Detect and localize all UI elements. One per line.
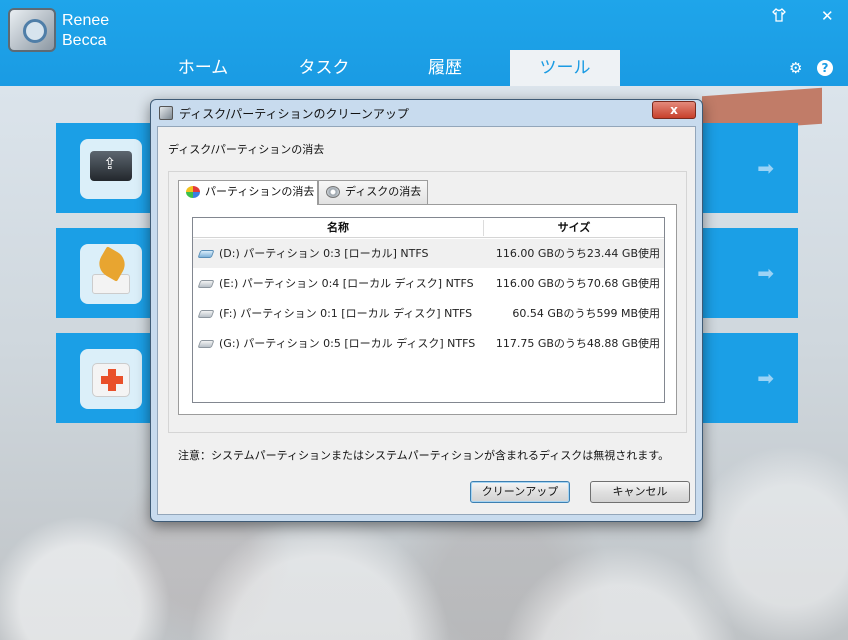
- tab-panel: 名称 サイズ (D:) パーティション 0:3 [ローカル] NTFS 116.…: [178, 204, 677, 415]
- help-icon[interactable]: ?: [817, 60, 833, 76]
- column-header-name[interactable]: 名称: [193, 218, 483, 238]
- gear-icon[interactable]: ⚙: [789, 60, 802, 76]
- warning-note: 注意：システムパーティションまたはシステムパーティションが含まれるディスクは無視…: [178, 449, 670, 462]
- dialog-title: ディスク/パーティションのクリーンアップ: [179, 107, 409, 121]
- tab-partition-erase[interactable]: パーティションの消去: [178, 180, 318, 205]
- disk-icon: [326, 186, 340, 198]
- partition-size: 117.75 GBのうち48.88 GB使用: [495, 337, 660, 350]
- partition-size: 116.00 GBのうち70.68 GB使用: [495, 277, 660, 290]
- partition-size: 116.00 GBのうち23.44 GB使用: [495, 247, 660, 260]
- arrow-right-icon[interactable]: ➡: [757, 156, 774, 180]
- tab-label: ディスクの消去: [345, 185, 422, 198]
- arrow-right-icon[interactable]: ➡: [757, 366, 774, 390]
- tab-task[interactable]: タスク: [269, 50, 379, 86]
- partition-row[interactable]: (F:) パーティション 0:1 [ローカル ディスク] NTFS 60.54 …: [193, 299, 664, 328]
- partition-name: (E:) パーティション 0:4 [ローカル ディスク] NTFS: [219, 277, 474, 290]
- broom-icon: [92, 274, 130, 294]
- partition-row[interactable]: (E:) パーティション 0:4 [ローカル ディスク] NTFS 116.00…: [193, 269, 664, 298]
- brand-line2: Becca: [62, 32, 107, 49]
- partition-name: (D:) パーティション 0:3 [ローカル] NTFS: [219, 247, 429, 260]
- partition-row[interactable]: (G:) パーティション 0:5 [ローカル ディスク] NTFS 117.75…: [193, 329, 664, 358]
- tab-history[interactable]: 履歴: [390, 50, 500, 86]
- cleanup-button[interactable]: クリーンアップ: [470, 481, 570, 503]
- dialog-app-icon: [159, 106, 173, 120]
- tab-label: パーティションの消去: [205, 185, 315, 198]
- partition-size: 60.54 GBのうち599 MB使用: [512, 307, 660, 320]
- usb-drive-icon: [90, 151, 132, 181]
- dialog-subhead: ディスク/パーティションの消去: [168, 143, 325, 156]
- brand-line1: Renee: [62, 12, 110, 29]
- list-header: 名称 サイズ: [193, 218, 664, 238]
- tile-icon-bg: [80, 349, 142, 409]
- partition-icon: [197, 250, 215, 258]
- tab-tools[interactable]: ツール: [510, 50, 620, 86]
- cancel-button[interactable]: キャンセル: [590, 481, 690, 503]
- column-header-size[interactable]: サイズ: [484, 218, 664, 238]
- cleanup-dialog: ディスク/パーティションのクリーンアップ x ディスク/パーティションの消去 パ…: [150, 99, 703, 522]
- tab-home[interactable]: ホーム: [148, 50, 258, 86]
- first-aid-icon: [92, 363, 130, 397]
- close-icon[interactable]: ✕: [821, 8, 834, 24]
- partition-name: (G:) パーティション 0:5 [ローカル ディスク] NTFS: [219, 337, 476, 350]
- partition-list[interactable]: 名称 サイズ (D:) パーティション 0:3 [ローカル] NTFS 116.…: [192, 217, 665, 403]
- app-brand: Renee Becca: [62, 11, 109, 51]
- partition-icon: [197, 280, 215, 288]
- dialog-body: ディスク/パーティションの消去 パーティションの消去 ディスクの消去 名称 サイ…: [157, 126, 696, 515]
- partition-name: (F:) パーティション 0:1 [ローカル ディスク] NTFS: [219, 307, 473, 320]
- partition-icon: [197, 340, 215, 348]
- tshirt-icon[interactable]: [772, 8, 786, 25]
- arrow-right-icon[interactable]: ➡: [757, 261, 774, 285]
- partition-icon: [197, 310, 215, 318]
- app-logo-icon: [8, 8, 56, 52]
- tile-icon-bg: [80, 139, 142, 199]
- tab-disk-erase[interactable]: ディスクの消去: [318, 180, 428, 204]
- pie-chart-icon: [186, 186, 200, 198]
- dialog-close-button[interactable]: x: [652, 101, 696, 119]
- tile-icon-bg: [80, 244, 142, 304]
- app-header: Renee Becca ✕ ⚙ ? ホーム タスク 履歴 ツール: [0, 0, 848, 86]
- partition-row[interactable]: (D:) パーティション 0:3 [ローカル] NTFS 116.00 GBのう…: [193, 239, 664, 268]
